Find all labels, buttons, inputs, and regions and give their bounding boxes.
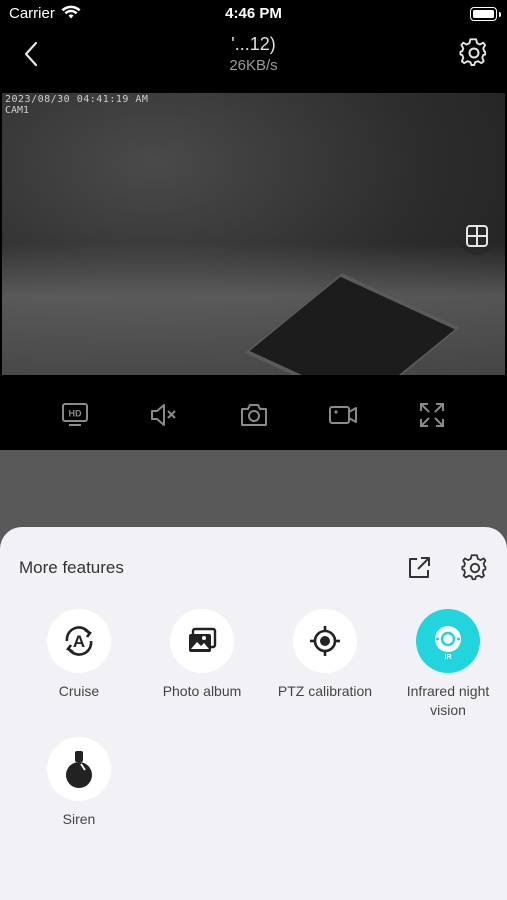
feature-label: Siren [62,811,96,827]
feature-photo-album[interactable]: Photo album [140,609,264,701]
stream-speed: 26KB/s [229,57,278,74]
cruise-letter: A [73,632,85,651]
infrared-icon: IR [416,609,480,673]
feature-infrared-night-vision[interactable]: IR Infrared night vision [386,609,507,720]
record-button[interactable] [325,397,361,433]
open-external-button[interactable] [405,554,433,582]
multi-view-button[interactable] [458,217,496,255]
gear-icon [461,554,487,581]
feature-label: PTZ calibration [277,683,373,699]
feature-label: Infrared night vision [406,683,490,718]
clock: 4:46 PM [225,5,282,22]
video-toolbar: HD [0,378,507,450]
video-camera-label: CAM1 [5,105,30,116]
hd-text: HD [69,409,82,419]
expand-icon [420,403,444,427]
siren-icon [47,737,111,801]
hd-icon: HD [62,403,88,426]
feature-label: Photo album [162,683,242,699]
device-title: '...12) [231,34,276,54]
speaker-muted-icon [151,404,176,426]
mute-button[interactable] [146,397,182,433]
feature-label: Cruise [58,683,100,699]
feature-siren[interactable]: Siren [17,737,141,829]
battery-icon [470,7,497,21]
snapshot-button[interactable] [236,397,272,433]
camera-icon [241,404,267,426]
photo-album-icon [170,609,234,673]
ptz-calibration-icon [293,609,357,673]
hd-button[interactable]: HD [57,397,93,433]
camera-video-feed[interactable]: 2023/08/30 04:41:19 AM CAM1 [2,93,505,375]
grid-icon [466,225,488,247]
settings-button[interactable] [459,38,489,68]
feature-ptz-calibration[interactable]: PTZ calibration [263,609,387,701]
video-camera-icon [329,406,357,424]
more-features-sheet: More features A Cruise Photo album PTZ c… [0,527,507,900]
cruise-icon: A [47,609,111,673]
sheet-title: More features [19,558,124,577]
feature-cruise[interactable]: A Cruise [17,609,141,701]
nav-bar: '...12) 26KB/s [0,28,507,88]
fullscreen-button[interactable] [414,397,450,433]
infrared-badge: IR [445,654,452,661]
status-bar: Carrier 4:46 PM [0,0,507,28]
open-external-icon [409,557,430,578]
video-timestamp: 2023/08/30 04:41:19 AM [5,94,149,105]
sheet-settings-button[interactable] [461,554,489,582]
gear-icon [459,38,487,66]
